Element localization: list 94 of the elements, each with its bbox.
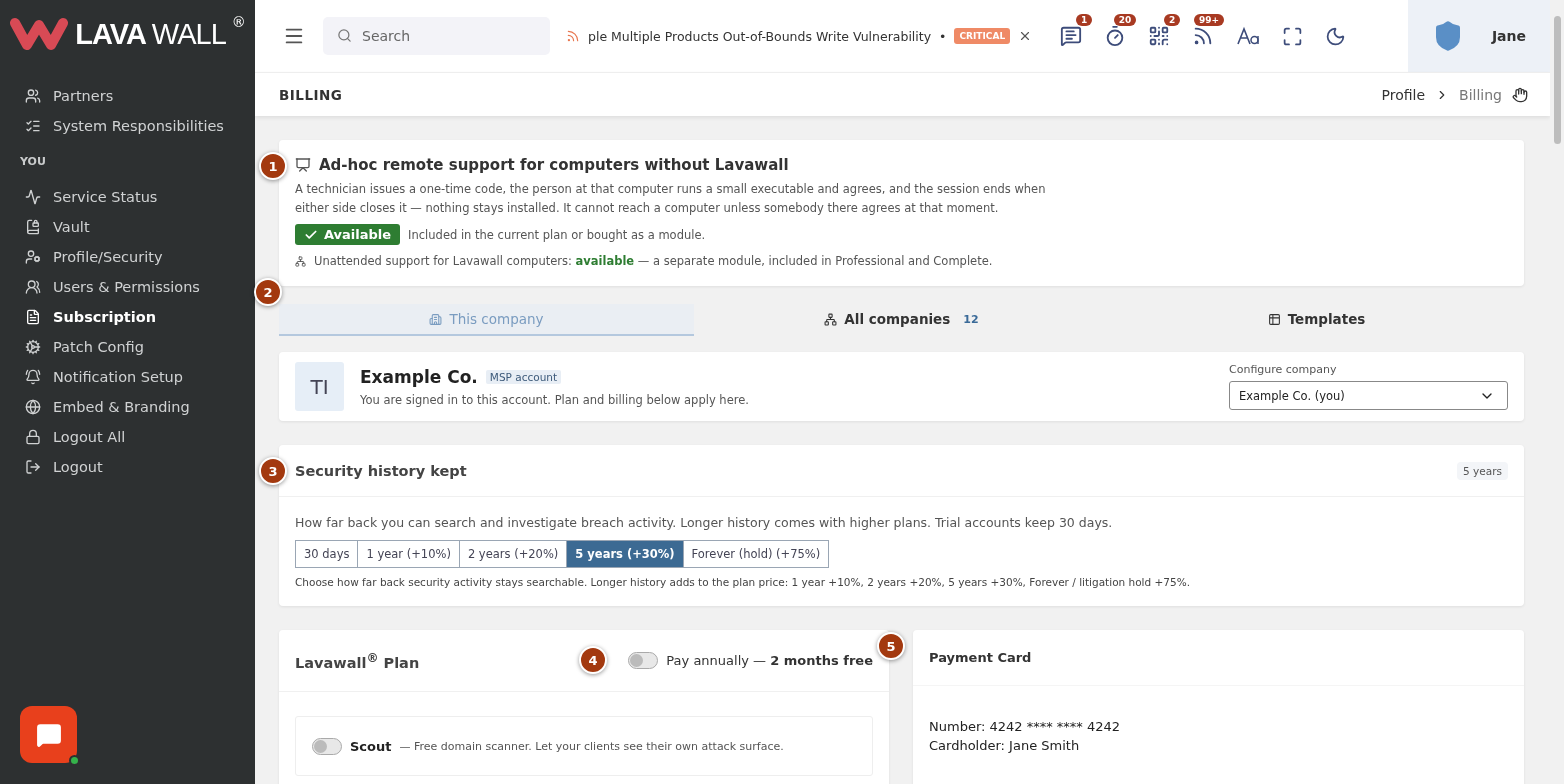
payment-line: Number: 4242 **** **** 4242 xyxy=(929,719,1122,734)
toggle-label: Pay annually — 2 months free xyxy=(666,653,873,668)
user-name[interactable]: Jane xyxy=(1491,28,1527,44)
moon-icon[interactable] xyxy=(1325,25,1347,47)
status-badge: Available xyxy=(295,224,401,245)
count-badge: 1 xyxy=(1075,14,1093,26)
chat-icon xyxy=(35,721,62,748)
sidebar-item[interactable]: Service Status xyxy=(0,182,255,212)
sidebar-item[interactable]: Users & Permissions xyxy=(0,272,255,302)
step-marker: 1 xyxy=(259,152,287,180)
card-title: Payment Card xyxy=(913,630,1524,686)
sidebar-item[interactable]: System Responsibilities xyxy=(0,111,255,141)
separator-dot: • xyxy=(939,28,947,44)
logo-text: WALL xyxy=(151,17,226,51)
sidebar-item[interactable]: Embed & Branding xyxy=(0,392,255,422)
logo-text: LAVA xyxy=(75,17,146,51)
registered-mark: ® xyxy=(231,14,246,30)
hierarchy-icon xyxy=(295,255,306,267)
hand-icon xyxy=(1512,86,1528,103)
section-label: YOU xyxy=(19,154,47,170)
user-gear-icon xyxy=(25,249,41,265)
screen-icon xyxy=(295,157,311,173)
globe-icon xyxy=(25,399,41,415)
gear-icon xyxy=(25,339,41,355)
grid-icon xyxy=(1267,312,1281,326)
card-description: How far back you can search and investigate breach activity. Longer history comes with higher plans. Trial accounts keep 30 days. xyxy=(295,514,1114,532)
company-name: Example Co. xyxy=(360,366,478,387)
scrollbar-thumb[interactable] xyxy=(1553,16,1561,144)
toggle-switch[interactable] xyxy=(628,652,659,669)
font-size-icon[interactable] xyxy=(1236,26,1261,46)
option-button[interactable]: Forever (hold) (+75%) xyxy=(682,540,830,568)
unattended-note: Unattended support for Lavawall computers: available — a separate module, included in Professional and Complete. xyxy=(314,254,993,268)
hierarchy-icon xyxy=(824,312,838,326)
tab[interactable]: Templates xyxy=(1109,304,1524,336)
breadcrumb[interactable]: Profile xyxy=(1381,86,1426,103)
count-badge: 20 xyxy=(1113,14,1137,26)
bell-icon xyxy=(25,369,41,385)
people-icon xyxy=(25,279,41,295)
severity-tag: CRITICAL xyxy=(954,28,1011,44)
building-icon xyxy=(429,312,443,326)
search-icon xyxy=(337,28,352,43)
step-marker: 5 xyxy=(877,632,905,660)
plan-name: Scout xyxy=(350,738,392,754)
card-title: Security history kept xyxy=(295,462,467,479)
company-select[interactable]: Example Co. (you) xyxy=(1229,381,1508,410)
option-button[interactable]: 30 days xyxy=(295,540,359,568)
card-title: Lavawall$^{®}$ Plan xyxy=(295,650,420,671)
sidebar-item[interactable]: Notification Setup xyxy=(0,362,255,392)
book-icon xyxy=(25,219,41,235)
value-chip: 5 years xyxy=(1457,461,1508,480)
step-marker: 2 xyxy=(254,278,282,306)
option-button[interactable]: 2 years (+20%) xyxy=(458,540,568,568)
step-marker: 4 xyxy=(579,646,607,674)
list-icon xyxy=(25,118,41,134)
company-avatar: TI xyxy=(295,362,344,411)
company-note: You are signed in to this account. Plan and billing below apply here. xyxy=(360,392,749,407)
count-badge: 99+ xyxy=(1194,14,1225,26)
chat-icon[interactable] xyxy=(1060,25,1083,47)
sidebar-item[interactable]: Subscription xyxy=(0,302,255,332)
toggle-switch[interactable] xyxy=(312,737,342,755)
select-label: Configure company xyxy=(1229,363,1338,376)
card-description: A technician issues a one-time code, the person at that computer runs a small executable and agrees, and the session ends when either side closes it — nothing stays installed. It cannot reach a computer unless somebody there agrees at that moment. xyxy=(295,181,1047,217)
card-title: Ad-hoc remote support for computers without Lavawall xyxy=(319,156,789,174)
people-icon xyxy=(25,88,41,104)
chat-button[interactable] xyxy=(20,706,77,763)
qr-code-icon[interactable] xyxy=(1148,25,1171,47)
tab[interactable]: All companies 12 xyxy=(694,304,1109,336)
option-button[interactable]: 5 years (+30%) xyxy=(566,540,684,568)
logout-icon xyxy=(25,459,41,475)
count-badge: 2 xyxy=(1163,14,1181,26)
logo-icon xyxy=(9,15,70,53)
lock-icon xyxy=(25,429,41,445)
plan-description: — Free domain scanner. Let your clients see their own attack surface. xyxy=(399,739,784,753)
payment-line: Cardholder: Jane Smith xyxy=(929,738,1081,753)
sidebar-item[interactable]: Patch Config xyxy=(0,332,255,362)
page-title: BILLING xyxy=(279,86,343,103)
sidebar-item[interactable]: Vault xyxy=(0,212,255,242)
pulse-icon xyxy=(25,189,41,205)
tab-count: 12 xyxy=(963,312,979,326)
document-icon xyxy=(25,309,41,325)
sidebar-item[interactable]: Partners xyxy=(0,81,255,111)
ticker-text[interactable]: ple Multiple Products Out-of-Bounds Write Vulnerability xyxy=(588,28,932,44)
search-field[interactable]: Search xyxy=(323,17,550,55)
fullscreen-icon[interactable] xyxy=(1282,25,1304,47)
account-tag: MSP account xyxy=(485,369,562,384)
footnote: Choose how far back security activity stays searchable. Longer history adds to the plan price: 1 year +10%, 2 years +20%, 5 years +30%, Forever / litigation hold +75%. xyxy=(295,576,1192,588)
sidebar-item[interactable]: Profile/Security xyxy=(0,242,255,272)
feed-icon xyxy=(566,29,580,43)
sidebar-item[interactable]: Logout xyxy=(0,452,255,482)
step-marker: 3 xyxy=(259,457,287,485)
status-note: Included in the current plan or bought as a module. xyxy=(408,227,706,242)
sidebar-item[interactable]: Logout All xyxy=(0,422,255,452)
option-button[interactable]: 1 year (+10%) xyxy=(357,540,460,568)
breadcrumb: Billing xyxy=(1459,86,1502,103)
